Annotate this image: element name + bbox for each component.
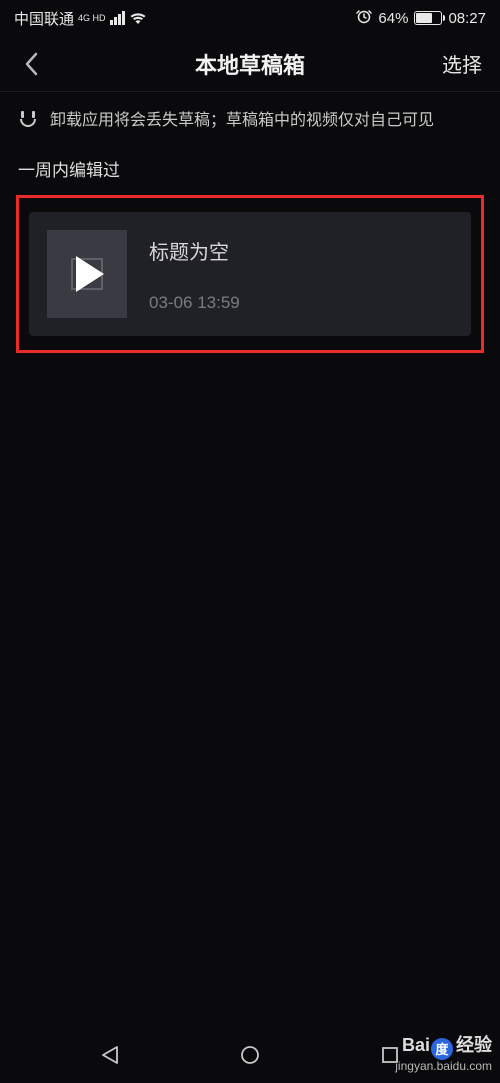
draft-title: 标题为空	[149, 236, 240, 265]
draft-date: 03-06 13:59	[149, 293, 240, 313]
title-bar: 本地草稿箱 选择	[0, 36, 500, 92]
watermark-paw-icon: 度	[431, 1038, 453, 1060]
draft-item[interactable]: 标题为空 03-06 13:59	[29, 212, 471, 336]
section-header: 一周内编辑过	[0, 152, 500, 195]
back-button[interactable]	[18, 51, 44, 77]
info-banner: 卸载应用将会丢失草稿；草稿箱中的视频仅对自己可见	[0, 92, 500, 152]
smile-icon	[18, 111, 38, 125]
select-button[interactable]: 选择	[442, 49, 482, 78]
status-left: 中国联通 4G HD	[14, 8, 147, 29]
watermark-brand-prefix: Bai	[402, 1035, 430, 1056]
status-right: 64% 08:27	[356, 8, 486, 28]
battery-percent: 64%	[378, 10, 408, 27]
highlight-annotation: 标题为空 03-06 13:59	[16, 195, 484, 353]
info-text: 卸载应用将会丢失草稿；草稿箱中的视频仅对自己可见	[50, 106, 434, 130]
status-bar: 中国联通 4G HD 64% 08:27	[0, 0, 500, 36]
nav-home-button[interactable]	[210, 1044, 290, 1066]
clock-time: 08:27	[448, 10, 486, 27]
alarm-icon	[356, 8, 372, 28]
draft-thumbnail	[47, 230, 127, 318]
page-title: 本地草稿箱	[195, 48, 305, 80]
wifi-icon	[129, 11, 147, 25]
watermark-url: jingyan.baidu.com	[395, 1059, 492, 1073]
play-icon	[76, 256, 104, 292]
carrier-label: 中国联通	[14, 8, 74, 29]
draft-info: 标题为空 03-06 13:59	[149, 236, 240, 313]
watermark: Bai度 经验 jingyan.baidu.com	[395, 1031, 492, 1073]
nav-back-button[interactable]	[70, 1044, 150, 1066]
battery-icon	[414, 11, 442, 25]
watermark-brand-suffix: 经验	[456, 1031, 492, 1057]
network-badge: 4G HD	[78, 14, 106, 23]
signal-icon	[110, 11, 125, 25]
